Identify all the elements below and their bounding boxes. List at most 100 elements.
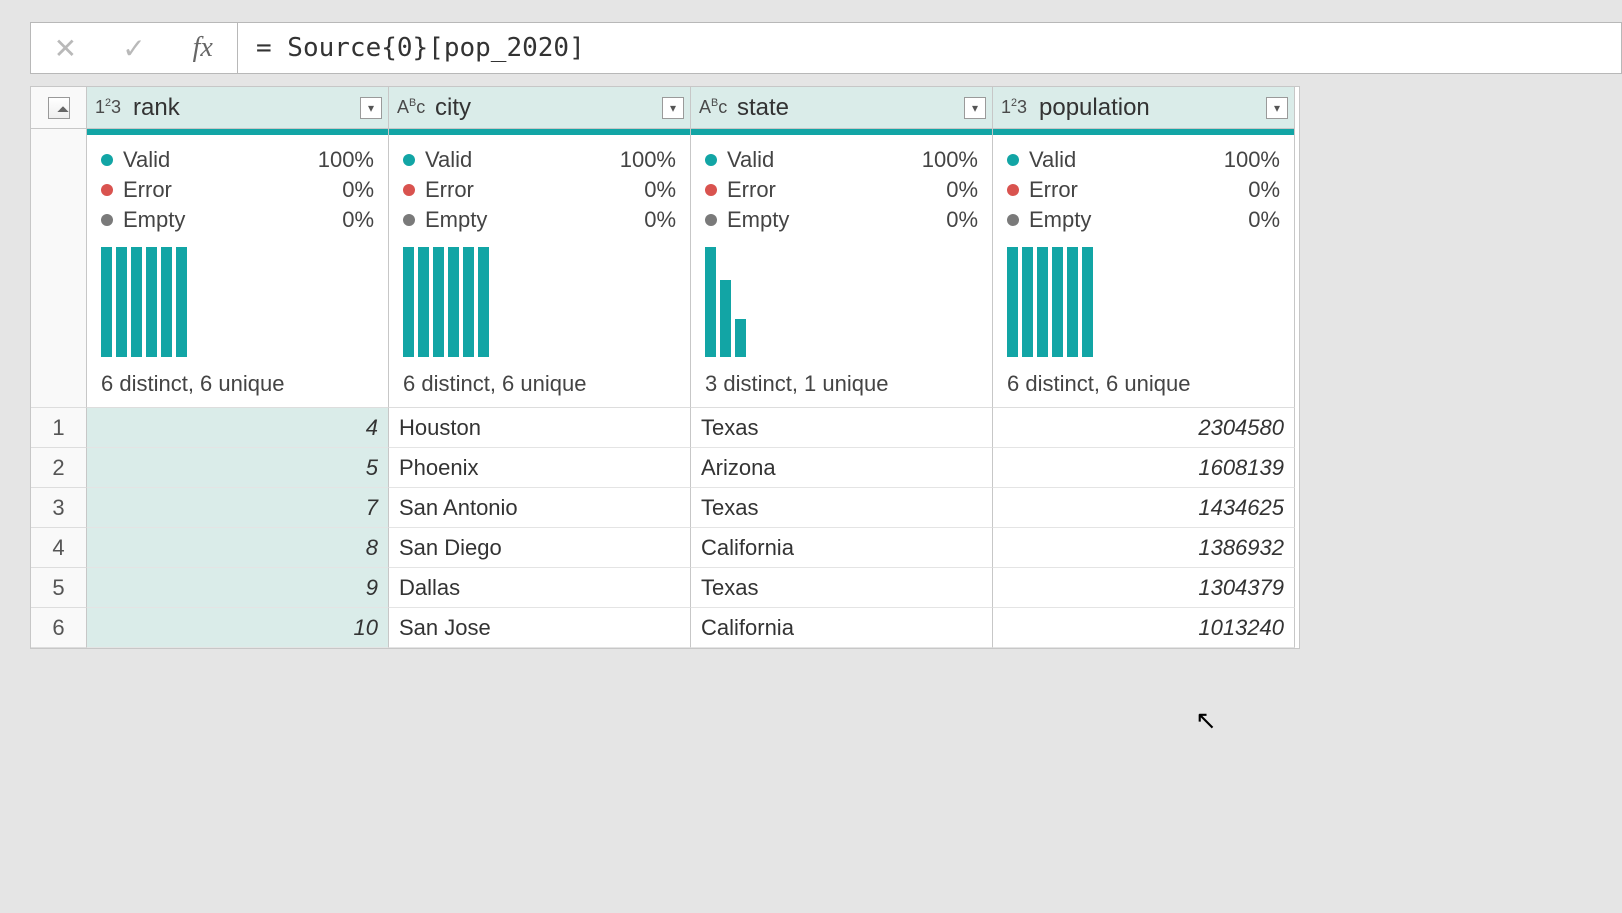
quality-pct: 100% <box>922 147 978 173</box>
quality-label: Valid <box>425 147 620 173</box>
cell-city[interactable]: San Diego <box>389 528 691 568</box>
cell-state[interactable]: California <box>691 608 993 648</box>
row-number[interactable]: 2 <box>31 448 87 488</box>
error-dot-icon <box>403 184 415 196</box>
cell-state[interactable]: Texas <box>691 488 993 528</box>
text-type-icon: ABc <box>397 97 427 118</box>
quality-pct: 100% <box>620 147 676 173</box>
error-dot-icon <box>705 184 717 196</box>
number-type-icon: 123 <box>95 97 125 118</box>
quality-label: Valid <box>1029 147 1224 173</box>
quality-label: Error <box>425 177 644 203</box>
column-quality-city: Valid100% Error0%Empty0% 6 distinct, 6 uni… <box>389 135 691 408</box>
cell-rank[interactable]: 10 <box>87 608 389 648</box>
column-name: state <box>737 94 956 122</box>
distinct-summary: 6 distinct, 6 unique <box>1007 371 1280 397</box>
distinct-summary: 3 distinct, 1 unique <box>705 371 978 397</box>
text-type-icon: ABc <box>699 97 729 118</box>
row-number[interactable]: 6 <box>31 608 87 648</box>
quality-label: Error <box>1029 177 1248 203</box>
number-type-icon: 123 <box>1001 97 1031 118</box>
row-number[interactable]: 3 <box>31 488 87 528</box>
table-icon <box>48 97 70 119</box>
quality-pct: 0% <box>342 177 374 203</box>
empty-dot-icon <box>705 214 717 226</box>
distinct-summary: 6 distinct, 6 unique <box>403 371 676 397</box>
quality-label: Error <box>727 177 946 203</box>
cell-city[interactable]: San Antonio <box>389 488 691 528</box>
column-name: population <box>1039 94 1258 122</box>
fx-icon: fx <box>168 23 237 73</box>
valid-dot-icon <box>101 154 113 166</box>
quality-pct: 100% <box>318 147 374 173</box>
data-preview-table: 123rank▾ABccity▾ABcstate▾123population▾V… <box>30 86 1300 649</box>
quality-label: Empty <box>425 207 644 233</box>
cell-population[interactable]: 1386932 <box>993 528 1295 568</box>
formula-input[interactable]: = Source{0}[pop_2020] <box>238 22 1622 74</box>
quality-label: Empty <box>1029 207 1248 233</box>
cell-population[interactable]: 1434625 <box>993 488 1295 528</box>
cell-state[interactable]: Texas <box>691 408 993 448</box>
column-quality-state: Valid100%Error0%Empty0%3 distinct, 1 uni… <box>691 135 993 408</box>
cell-city[interactable]: Phoenix <box>389 448 691 488</box>
formula-bar: ✕ ✓ fx = Source{0}[pop_2020] <box>30 22 1622 74</box>
column-header-rank[interactable]: 123 rank ▾ <box>87 87 389 129</box>
quality-pct: 0% <box>946 207 978 233</box>
quality-gutter <box>31 135 87 408</box>
column-filter-dropdown[interactable]: ▾ <box>1266 97 1288 119</box>
cell-city[interactable]: San Jose <box>389 608 691 648</box>
quality-pct: 0% <box>1248 177 1280 203</box>
cell-state[interactable]: Texas <box>691 568 993 608</box>
quality-label: Valid <box>727 147 922 173</box>
valid-dot-icon <box>403 154 415 166</box>
cell-state[interactable]: California <box>691 528 993 568</box>
empty-dot-icon <box>403 214 415 226</box>
cell-population[interactable]: 1304379 <box>993 568 1295 608</box>
cell-rank[interactable]: 5 <box>87 448 389 488</box>
cell-city[interactable]: Houston <box>389 408 691 448</box>
column-filter-dropdown[interactable]: ▾ <box>964 97 986 119</box>
confirm-button[interactable]: ✓ <box>100 23 169 73</box>
column-name: city <box>435 94 654 122</box>
cell-city[interactable]: Dallas <box>389 568 691 608</box>
cell-rank[interactable]: 9 <box>87 568 389 608</box>
valid-dot-icon <box>1007 154 1019 166</box>
empty-dot-icon <box>1007 214 1019 226</box>
cell-rank[interactable]: 7 <box>87 488 389 528</box>
select-all-corner[interactable] <box>31 87 87 129</box>
column-filter-dropdown[interactable]: ▾ <box>662 97 684 119</box>
quality-pct: 0% <box>644 177 676 203</box>
empty-dot-icon <box>101 214 113 226</box>
row-number[interactable]: 5 <box>31 568 87 608</box>
column-name: rank <box>133 94 352 122</box>
quality-pct: 0% <box>644 207 676 233</box>
cell-population[interactable]: 1608139 <box>993 448 1295 488</box>
quality-label: Error <box>123 177 342 203</box>
column-filter-dropdown[interactable]: ▾ <box>360 97 382 119</box>
quality-pct: 0% <box>342 207 374 233</box>
cell-population[interactable]: 2304580 <box>993 408 1295 448</box>
distribution-bars <box>403 247 676 357</box>
column-header-population[interactable]: 123 population ▾ <box>993 87 1295 129</box>
quality-label: Valid <box>123 147 318 173</box>
column-header-state[interactable]: ABc state ▾ <box>691 87 993 129</box>
column-quality-population: Valid100%Error0%Empty0%6 distinct, 6 uni… <box>993 135 1295 408</box>
distribution-bars <box>101 247 374 357</box>
distribution-bars <box>705 247 978 357</box>
cancel-button[interactable]: ✕ <box>31 23 100 73</box>
quality-pct: 100% <box>1224 147 1280 173</box>
quality-label: Empty <box>123 207 342 233</box>
error-dot-icon <box>1007 184 1019 196</box>
mouse-cursor-icon: ↖ <box>1195 705 1217 736</box>
cell-rank[interactable]: 8 <box>87 528 389 568</box>
column-header-city[interactable]: ABccity ▾ <box>389 87 691 129</box>
column-quality-rank: Valid100% Error0%Empty0% 6 distinct, 6 uni… <box>87 135 389 408</box>
error-dot-icon <box>101 184 113 196</box>
cell-rank[interactable]: 4 <box>87 408 389 448</box>
row-number[interactable]: 1 <box>31 408 87 448</box>
distinct-summary: 6 distinct, 6 unique <box>101 371 374 397</box>
distribution-bars <box>1007 247 1280 357</box>
cell-population[interactable]: 1013240 <box>993 608 1295 648</box>
row-number[interactable]: 4 <box>31 528 87 568</box>
cell-state[interactable]: Arizona <box>691 448 993 488</box>
